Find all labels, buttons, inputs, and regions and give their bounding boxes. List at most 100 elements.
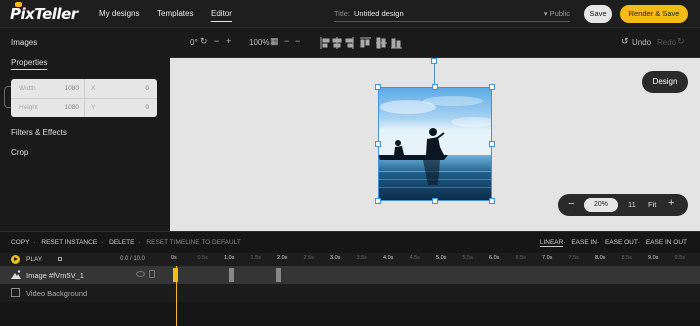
keyframe[interactable] [276,268,281,282]
lock-icon[interactable] [149,270,155,278]
minus-icon[interactable]: − [295,36,300,46]
title-field[interactable]: Title: Untitled design ▾ Public [334,6,570,22]
title-input[interactable]: Untitled design [354,9,404,18]
render-save-button[interactable]: Render & Save [620,5,688,23]
time-readout: 0.0 / 10.0 [120,256,146,262]
left-panel: Images Properties Filters & Effects Crop [0,28,170,231]
ruler-tick-label: 2.0s [277,255,288,261]
ease-linear[interactable]: LINEAR [539,239,564,247]
rotation-line [434,60,435,87]
zoom-actual-size[interactable]: 11 [628,200,636,209]
ruler-tick-label: 1.0s [224,255,235,261]
align-tools[interactable] [320,37,402,49]
opacity-value[interactable]: 100% [249,38,269,47]
play-label[interactable]: PLAY [26,256,42,263]
ruler-tick-label: 8.0s [595,255,606,261]
menu-filters-effects[interactable]: Filters & Effects [11,128,67,137]
nav-templates[interactable]: Templates [157,9,193,18]
image-layer-icon [11,270,21,279]
plus-icon[interactable]: + [226,36,231,46]
selection-box [378,87,492,201]
resize-handle-s[interactable] [432,198,438,204]
ruler-tick-label: 3.0s [330,255,341,261]
ease-in[interactable]: EASE IN [571,239,597,246]
resize-handle-ne[interactable] [489,84,495,90]
resize-handle-nw[interactable] [375,84,381,90]
minus-icon[interactable]: − [214,36,219,46]
zoom-fit-button[interactable]: Fit [648,200,656,209]
minus-icon[interactable]: − [284,36,289,46]
ease-in-out[interactable]: EASE IN OUT [646,239,687,246]
top-bar: PixTeller My designs Templates Editor Ti… [0,0,700,28]
title-label: Title: [334,9,350,18]
zoom-value[interactable]: 20% [584,198,618,212]
ruler-tick-label: 3.5s [356,255,367,261]
opacity-icon[interactable]: ▦ [270,36,279,47]
play-icon[interactable] [11,255,20,264]
keyframe[interactable] [229,268,234,282]
menu-images[interactable]: Images [11,38,37,47]
width-input[interactable]: 1080 [51,85,79,92]
zoom-out-icon[interactable]: − [568,198,574,210]
delete-button[interactable]: DELETE [109,239,134,246]
ruler-tick-label: 0s [171,255,177,261]
height-input[interactable]: 1080 [51,104,79,111]
save-button[interactable]: Save [584,5,612,23]
undo-button[interactable]: Undo [632,38,651,47]
visibility-select[interactable]: ▾ Public [544,9,570,18]
ruler-tick-label: 9.5s [674,255,685,261]
ruler-tick-label: 7.0s [542,255,553,261]
rotate-handle[interactable] [431,58,437,64]
layer-name[interactable]: Video Background [26,289,87,298]
ruler-tick-label: 1.5s [250,255,261,261]
width-label: Width [19,85,36,92]
design-button[interactable]: Design [642,71,688,93]
resize-handle-w[interactable] [375,141,381,147]
rotation-value[interactable]: 0° [190,38,198,47]
canvas[interactable]: Design − 20% 11 Fit + [170,58,700,231]
ruler-tick-label: 6.0s [489,255,500,261]
resize-handle-e[interactable] [489,141,495,147]
menu-properties[interactable]: Properties [11,58,48,70]
menu-crop[interactable]: Crop [11,148,28,157]
properties-box: Width 1080 X 0 Height 1080 Y 0 [11,79,157,117]
x-label: X [91,85,96,92]
timeline: COPY · RESET INSTANCE · DELETE · RESET TIME… [0,231,700,326]
timeline-actions: COPY · RESET INSTANCE · DELETE · RESET TIME… [11,239,241,246]
zoom-in-icon[interactable]: + [668,197,674,209]
ease-out[interactable]: EASE OUT [605,239,638,246]
reset-instance-button[interactable]: RESET INSTANCE [41,239,97,246]
timeline-header: PLAY 0.0 / 10.0 0s 0.5s 1.0s 1.5s 2.0s 2.5s 3.… [0,253,700,266]
eye-icon[interactable] [136,271,145,277]
nav-editor[interactable]: Editor [211,9,232,22]
y-input[interactable]: 0 [121,104,149,111]
ruler-tick-label: 0.5s [197,255,208,261]
x-input[interactable]: 0 [121,85,149,92]
copy-button[interactable]: COPY [11,239,29,246]
redo-icon[interactable]: ↻ [677,36,685,47]
resize-handle-se[interactable] [489,198,495,204]
track-area[interactable] [171,266,696,326]
logo-mark [15,2,22,7]
playhead[interactable] [176,266,177,326]
resize-handle-sw[interactable] [375,198,381,204]
height-label: Height [19,104,38,111]
reset-timeline-button[interactable]: RESET TIMELINE TO DEFAULT [146,239,240,246]
redo-button[interactable]: Redo [657,38,676,47]
rotate-icon[interactable]: ↻ [200,36,208,47]
time-ruler[interactable]: 0s 0.5s 1.0s 1.5s 2.0s 2.5s 3.0s 3.5s 4.0s 4.5s 5.… [171,253,696,266]
layer-name[interactable]: Image #fVm5V_1 [26,271,84,280]
logo[interactable]: PixTeller [10,2,78,23]
resize-handle-n[interactable] [432,84,438,90]
ruler-tick-label: 7.5s [568,255,579,261]
ruler-tick-label: 5.5s [462,255,473,261]
easing-options: LINEAR· EASE IN· EASE OUT· EASE IN OUT [539,239,687,247]
divider [84,79,85,117]
undo-icon[interactable]: ↺ [621,36,629,47]
nav-my-designs[interactable]: My designs [99,9,139,18]
ruler-tick-label: 4.0s [383,255,394,261]
ruler-tick-label: 6.5s [515,255,526,261]
ruler-tick-label: 4.5s [409,255,420,261]
ruler-tick-label: 5.0s [436,255,447,261]
logo-text: PixTeller [10,5,78,23]
